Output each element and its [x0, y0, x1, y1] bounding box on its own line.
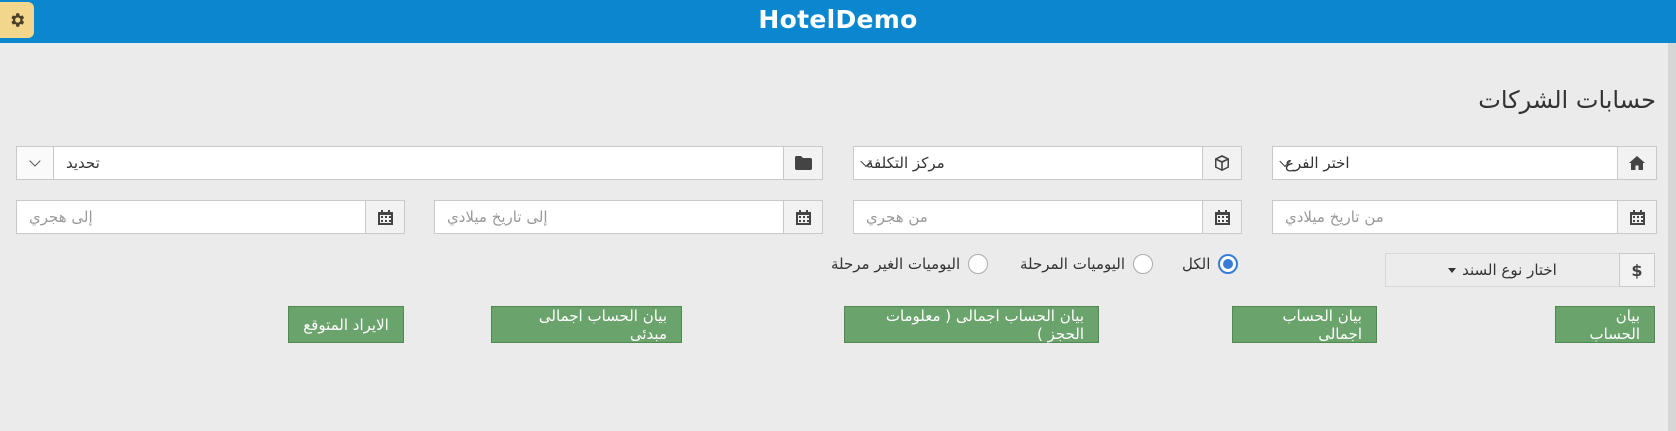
- page-title: حسابات الشركات: [1478, 86, 1656, 114]
- home-icon: [1617, 147, 1656, 179]
- expected-revenue-button[interactable]: الايراد المتوقع: [288, 306, 404, 343]
- folder-icon: [783, 147, 822, 179]
- radio-posted-journals[interactable]: اليوميات المرحلة: [1020, 254, 1153, 274]
- from-hijri-date-input[interactable]: من هجري: [854, 201, 1202, 233]
- calendar-icon: [365, 201, 404, 233]
- voucher-type-button[interactable]: اختار نوع السند: [1385, 253, 1619, 287]
- from-gregorian-date-input[interactable]: من تاريخ ميلادي: [1273, 201, 1617, 233]
- to-hijri-date-input[interactable]: إلى هجري: [17, 201, 365, 233]
- radio-button[interactable]: [968, 254, 989, 274]
- from-hijri-date-field[interactable]: من هجري: [853, 200, 1242, 234]
- dollar-icon: $: [1619, 253, 1655, 287]
- caret-down-icon: [1448, 267, 1457, 273]
- branch-select-value[interactable]: اختر الفرع: [1273, 147, 1617, 179]
- radio-button[interactable]: [1133, 254, 1153, 274]
- cube-icon: [1202, 147, 1241, 179]
- calendar-icon: [1202, 201, 1241, 233]
- to-hijri-date-field[interactable]: إلى هجري: [16, 200, 405, 234]
- app-title: HotelDemo: [758, 5, 918, 34]
- scrollbar[interactable]: [1668, 43, 1676, 431]
- voucher-type-dropdown[interactable]: اختار نوع السند $: [1385, 253, 1655, 287]
- to-gregorian-date-input[interactable]: إلى تاريخ ميلادي: [435, 201, 783, 233]
- total-statement-initial-button[interactable]: بيان الحساب اجمالى مبدئى: [491, 306, 682, 343]
- total-statement-button[interactable]: بيان الحساب اجمالى: [1232, 306, 1377, 343]
- radio-unposted-journals[interactable]: اليوميات الغير مرحلة: [831, 254, 989, 274]
- branch-select[interactable]: اختر الفرع: [1272, 146, 1657, 180]
- top-bar: HotelDemo: [0, 0, 1676, 43]
- radio-button[interactable]: [1218, 254, 1239, 274]
- to-gregorian-date-field[interactable]: إلى تاريخ ميلادي: [434, 200, 823, 234]
- cost-center-select-value[interactable]: مركز التكلفة: [854, 147, 1202, 179]
- account-statement-button[interactable]: بيان الحساب: [1555, 306, 1655, 343]
- total-statement-booking-button[interactable]: بيان الحساب اجمالى ( معلومات الحجز ): [844, 306, 1099, 343]
- selection-multiselect[interactable]: تحديد: [16, 146, 823, 180]
- from-gregorian-date-field[interactable]: من تاريخ ميلادي: [1272, 200, 1657, 234]
- selection-value[interactable]: تحديد: [54, 147, 783, 179]
- chevron-down-icon: [29, 155, 41, 167]
- calendar-icon: [783, 201, 822, 233]
- radio-all[interactable]: الكل: [1182, 254, 1239, 274]
- calendar-icon: [1617, 201, 1656, 233]
- cost-center-select[interactable]: مركز التكلفة: [853, 146, 1242, 180]
- dropdown-toggle-button[interactable]: [17, 147, 54, 179]
